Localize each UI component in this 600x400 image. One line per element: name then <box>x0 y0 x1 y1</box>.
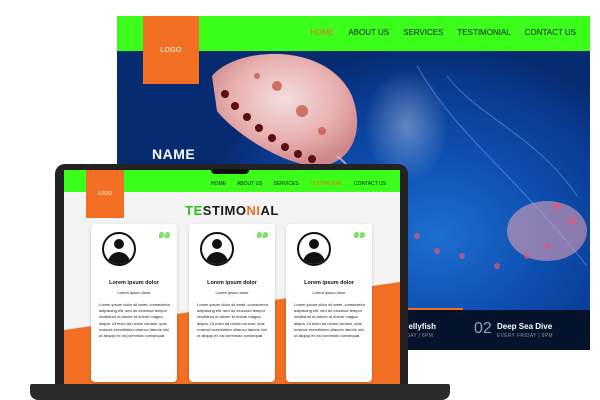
nav-link-services[interactable]: SERVICES <box>403 28 443 37</box>
event-title-1[interactable]: Jellyfish <box>404 322 436 331</box>
card-body-text: Lorem ipsum dolor sit amet, consectetur … <box>99 302 171 339</box>
event-subtitle-2: EVERY FRIDAY | 9PM <box>497 333 553 339</box>
event-title-2[interactable]: Deep Sea Dive <box>497 322 552 331</box>
testimonial-card-3: Lorem ipsum dolor Lorem ipsum dolor Lore… <box>286 224 372 382</box>
mockup-stage: HOME ABOUT US SERVICES TESTIMONIAL CONTA… <box>0 0 600 400</box>
nav-link-contact-us[interactable]: CONTACT US <box>525 28 576 37</box>
heading-part-1: TE <box>185 203 203 218</box>
nav-link-about-us[interactable]: ABOUT US <box>348 28 389 37</box>
nav-link-testimonial[interactable]: TESTIMONIAL <box>457 28 510 37</box>
event-number-2: 02 <box>474 320 492 337</box>
card-body-text: Lorem ipsum dolor sit amet, consectetur … <box>294 302 366 339</box>
quote-icon <box>257 232 268 238</box>
heading-part-3: NI <box>246 203 261 218</box>
user-avatar-icon <box>200 232 234 266</box>
testimonial-card-1: Lorem ipsum dolor Lorem ipsum dolor Lore… <box>91 224 177 382</box>
nav-link-services[interactable]: SERVICES <box>273 181 298 187</box>
nav-link-contact-us[interactable]: CONTACT US <box>354 181 386 187</box>
card-subtitle: Lorem ipsum dolor <box>215 290 249 295</box>
laptop-nav-menu: HOME ABOUT US SERVICES TESTIMONIAL CONTA… <box>211 181 386 187</box>
hero-name-heading: NAME <box>152 146 196 162</box>
heading-part-2: STIMO <box>202 203 247 218</box>
testimonial-heading: TESTIMONIAL <box>64 203 400 218</box>
card-title: Lorem ipsum dolor <box>109 280 159 286</box>
user-avatar-icon <box>102 232 136 266</box>
laptop-camera-notch <box>211 169 249 174</box>
card-title: Lorem ipsum dolor <box>304 280 354 286</box>
user-avatar-icon <box>297 232 331 266</box>
laptop-base <box>30 384 450 400</box>
quote-icon <box>354 232 365 238</box>
desktop-nav-menu: HOME ABOUT US SERVICES TESTIMONIAL CONTA… <box>310 28 576 37</box>
nav-link-testimonial[interactable]: TESTIMONIAL <box>310 181 343 187</box>
card-subtitle: Lorem ipsum dolor <box>117 290 151 295</box>
nav-link-home[interactable]: HOME <box>310 28 334 37</box>
nav-link-home[interactable]: HOME <box>211 181 226 187</box>
desktop-logo[interactable]: LOGO <box>143 16 199 84</box>
card-title: Lorem ipsum dolor <box>207 280 257 286</box>
heading-part-4: AL <box>260 203 279 218</box>
laptop-screen: HOME ABOUT US SERVICES TESTIMONIAL CONTA… <box>64 170 400 384</box>
quote-icon <box>159 232 170 238</box>
nav-link-about-us[interactable]: ABOUT US <box>237 181 262 187</box>
card-body-text: Lorem ipsum dolor sit amet, consectetur … <box>197 302 269 339</box>
card-subtitle: Lorem ipsum dolor <box>312 290 346 295</box>
testimonial-card-2: Lorem ipsum dolor Lorem ipsum dolor Lore… <box>189 224 275 382</box>
